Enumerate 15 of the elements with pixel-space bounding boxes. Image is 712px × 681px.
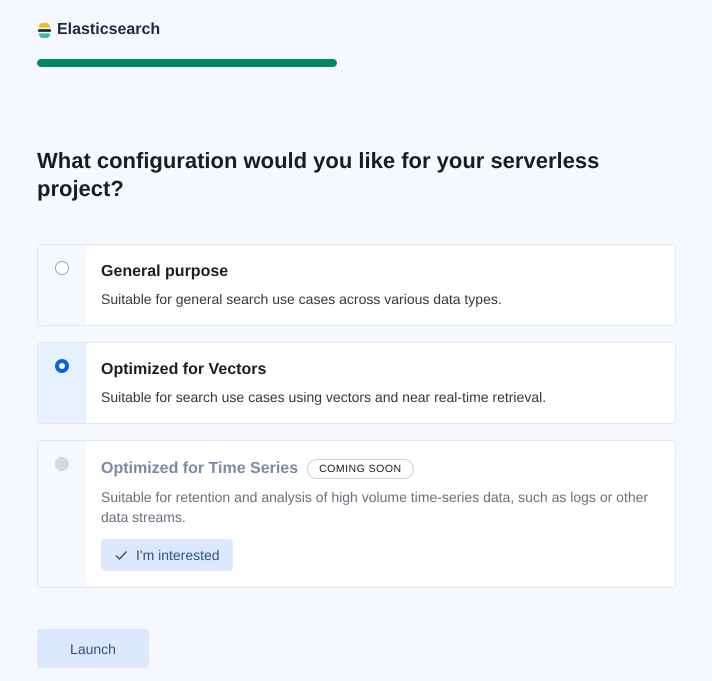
option-description: Suitable for retention and analysis of high volume time-series data, such as logs or other data streams. xyxy=(101,488,650,527)
option-card[interactable]: Optimized for Vectors Suitable for search use cases using vectors and near real-time retrieval. xyxy=(37,342,676,424)
option-description: Suitable for general search use cases across various data types. xyxy=(101,290,503,309)
logo-icon xyxy=(37,22,52,38)
page-heading: What configuration would you like for your serverless project? xyxy=(37,147,600,203)
radio-button[interactable] xyxy=(55,261,69,275)
option-title: Optimized for Time Series xyxy=(101,460,298,478)
launch-button[interactable]: Launch xyxy=(37,629,149,668)
option-title: Optimized for Vectors xyxy=(101,361,266,379)
option-card[interactable]: General purpose Suitable for general search use cases across various data types. xyxy=(37,244,676,326)
status-badge: COMING SOON xyxy=(307,459,414,479)
brand-name: Elasticsearch xyxy=(57,21,160,39)
option-title: General purpose xyxy=(101,263,228,281)
radio-button[interactable] xyxy=(55,359,69,373)
option-description: Suitable for search use cases using vectors and near real-time retrieval. xyxy=(101,388,548,407)
